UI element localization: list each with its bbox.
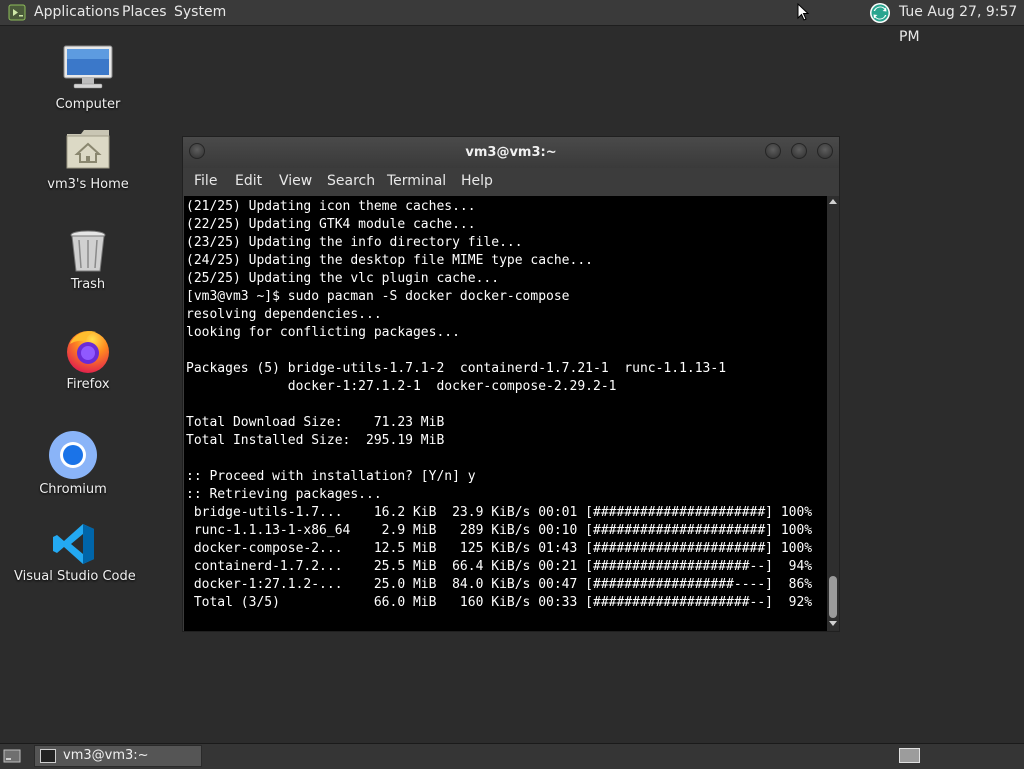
terminal-output: (21/25) Updating icon theme caches... (2… xyxy=(186,199,813,610)
trash-icon xyxy=(70,230,106,272)
maximize-button[interactable] xyxy=(791,143,807,159)
desktop-icon-firefox[interactable]: Firefox xyxy=(52,326,124,394)
system-menu[interactable]: System xyxy=(174,0,226,25)
scroll-up-arrow-icon[interactable] xyxy=(829,199,837,204)
desktop-icon-chromium[interactable]: Chromium xyxy=(30,430,116,498)
desktop-icon-label: Chromium xyxy=(39,482,107,497)
menu-search[interactable]: Search xyxy=(327,168,375,195)
firefox-icon xyxy=(67,331,109,373)
menu-terminal[interactable]: Terminal xyxy=(387,168,446,195)
scrollbar-thumb[interactable] xyxy=(829,576,837,618)
mouse-cursor-icon xyxy=(797,3,809,21)
desktop-icon-vscode[interactable]: Visual Studio Code xyxy=(14,520,136,588)
window-title: vm3@vm3:~ xyxy=(465,145,557,160)
desktop-icon-home[interactable]: vm3's Home xyxy=(44,128,132,194)
terminal-window[interactable]: vm3@vm3:~ File Edit View Search Terminal… xyxy=(182,136,840,632)
places-menu[interactable]: Places xyxy=(122,0,167,25)
show-desktop-icon[interactable] xyxy=(3,748,21,764)
desktop-icon-label: Trash xyxy=(70,277,106,292)
close-button[interactable] xyxy=(817,143,833,159)
taskbar-window-label: vm3@vm3:~ xyxy=(63,748,149,763)
desktop-icon-label: Firefox xyxy=(66,377,110,392)
desktop-icon-computer[interactable]: Computer xyxy=(52,44,124,114)
minimize-button[interactable] xyxy=(765,143,781,159)
taskbar-window-button[interactable]: vm3@vm3:~ xyxy=(34,745,202,767)
applications-menu-icon[interactable] xyxy=(8,4,26,21)
terminal-output-area[interactable]: (21/25) Updating icon theme caches... (2… xyxy=(184,196,827,631)
menu-file[interactable]: File xyxy=(194,168,217,195)
chromium-icon xyxy=(49,431,97,479)
desktop-icon-label: vm3's Home xyxy=(47,177,129,192)
terminal-menubar: File Edit View Search Terminal Help xyxy=(183,168,839,195)
vscode-icon xyxy=(53,524,94,564)
menu-edit[interactable]: Edit xyxy=(235,168,262,195)
update-notifier-icon[interactable] xyxy=(869,2,891,24)
applications-menu[interactable]: Applications xyxy=(34,0,120,25)
computer-icon xyxy=(63,45,113,89)
terminal-icon xyxy=(40,749,56,763)
home-folder-icon xyxy=(66,130,110,169)
desktop-icon-trash[interactable]: Trash xyxy=(52,228,124,294)
clock[interactable]: Tue Aug 27, 9:57 PM xyxy=(899,0,1024,45)
window-titlebar[interactable]: vm3@vm3:~ xyxy=(183,137,839,168)
workspace-switcher[interactable] xyxy=(899,748,920,763)
desktop-icon-label: Visual Studio Code xyxy=(14,569,136,584)
bottom-panel: vm3@vm3:~ xyxy=(0,743,1024,769)
top-panel: Applications Places System Tue Aug 27, 9… xyxy=(0,0,1024,45)
terminal-scrollbar[interactable] xyxy=(827,196,839,631)
menu-help[interactable]: Help xyxy=(461,168,493,195)
menu-view[interactable]: View xyxy=(279,168,312,195)
scroll-down-arrow-icon[interactable] xyxy=(829,621,837,626)
desktop-icon-label: Computer xyxy=(55,97,121,112)
